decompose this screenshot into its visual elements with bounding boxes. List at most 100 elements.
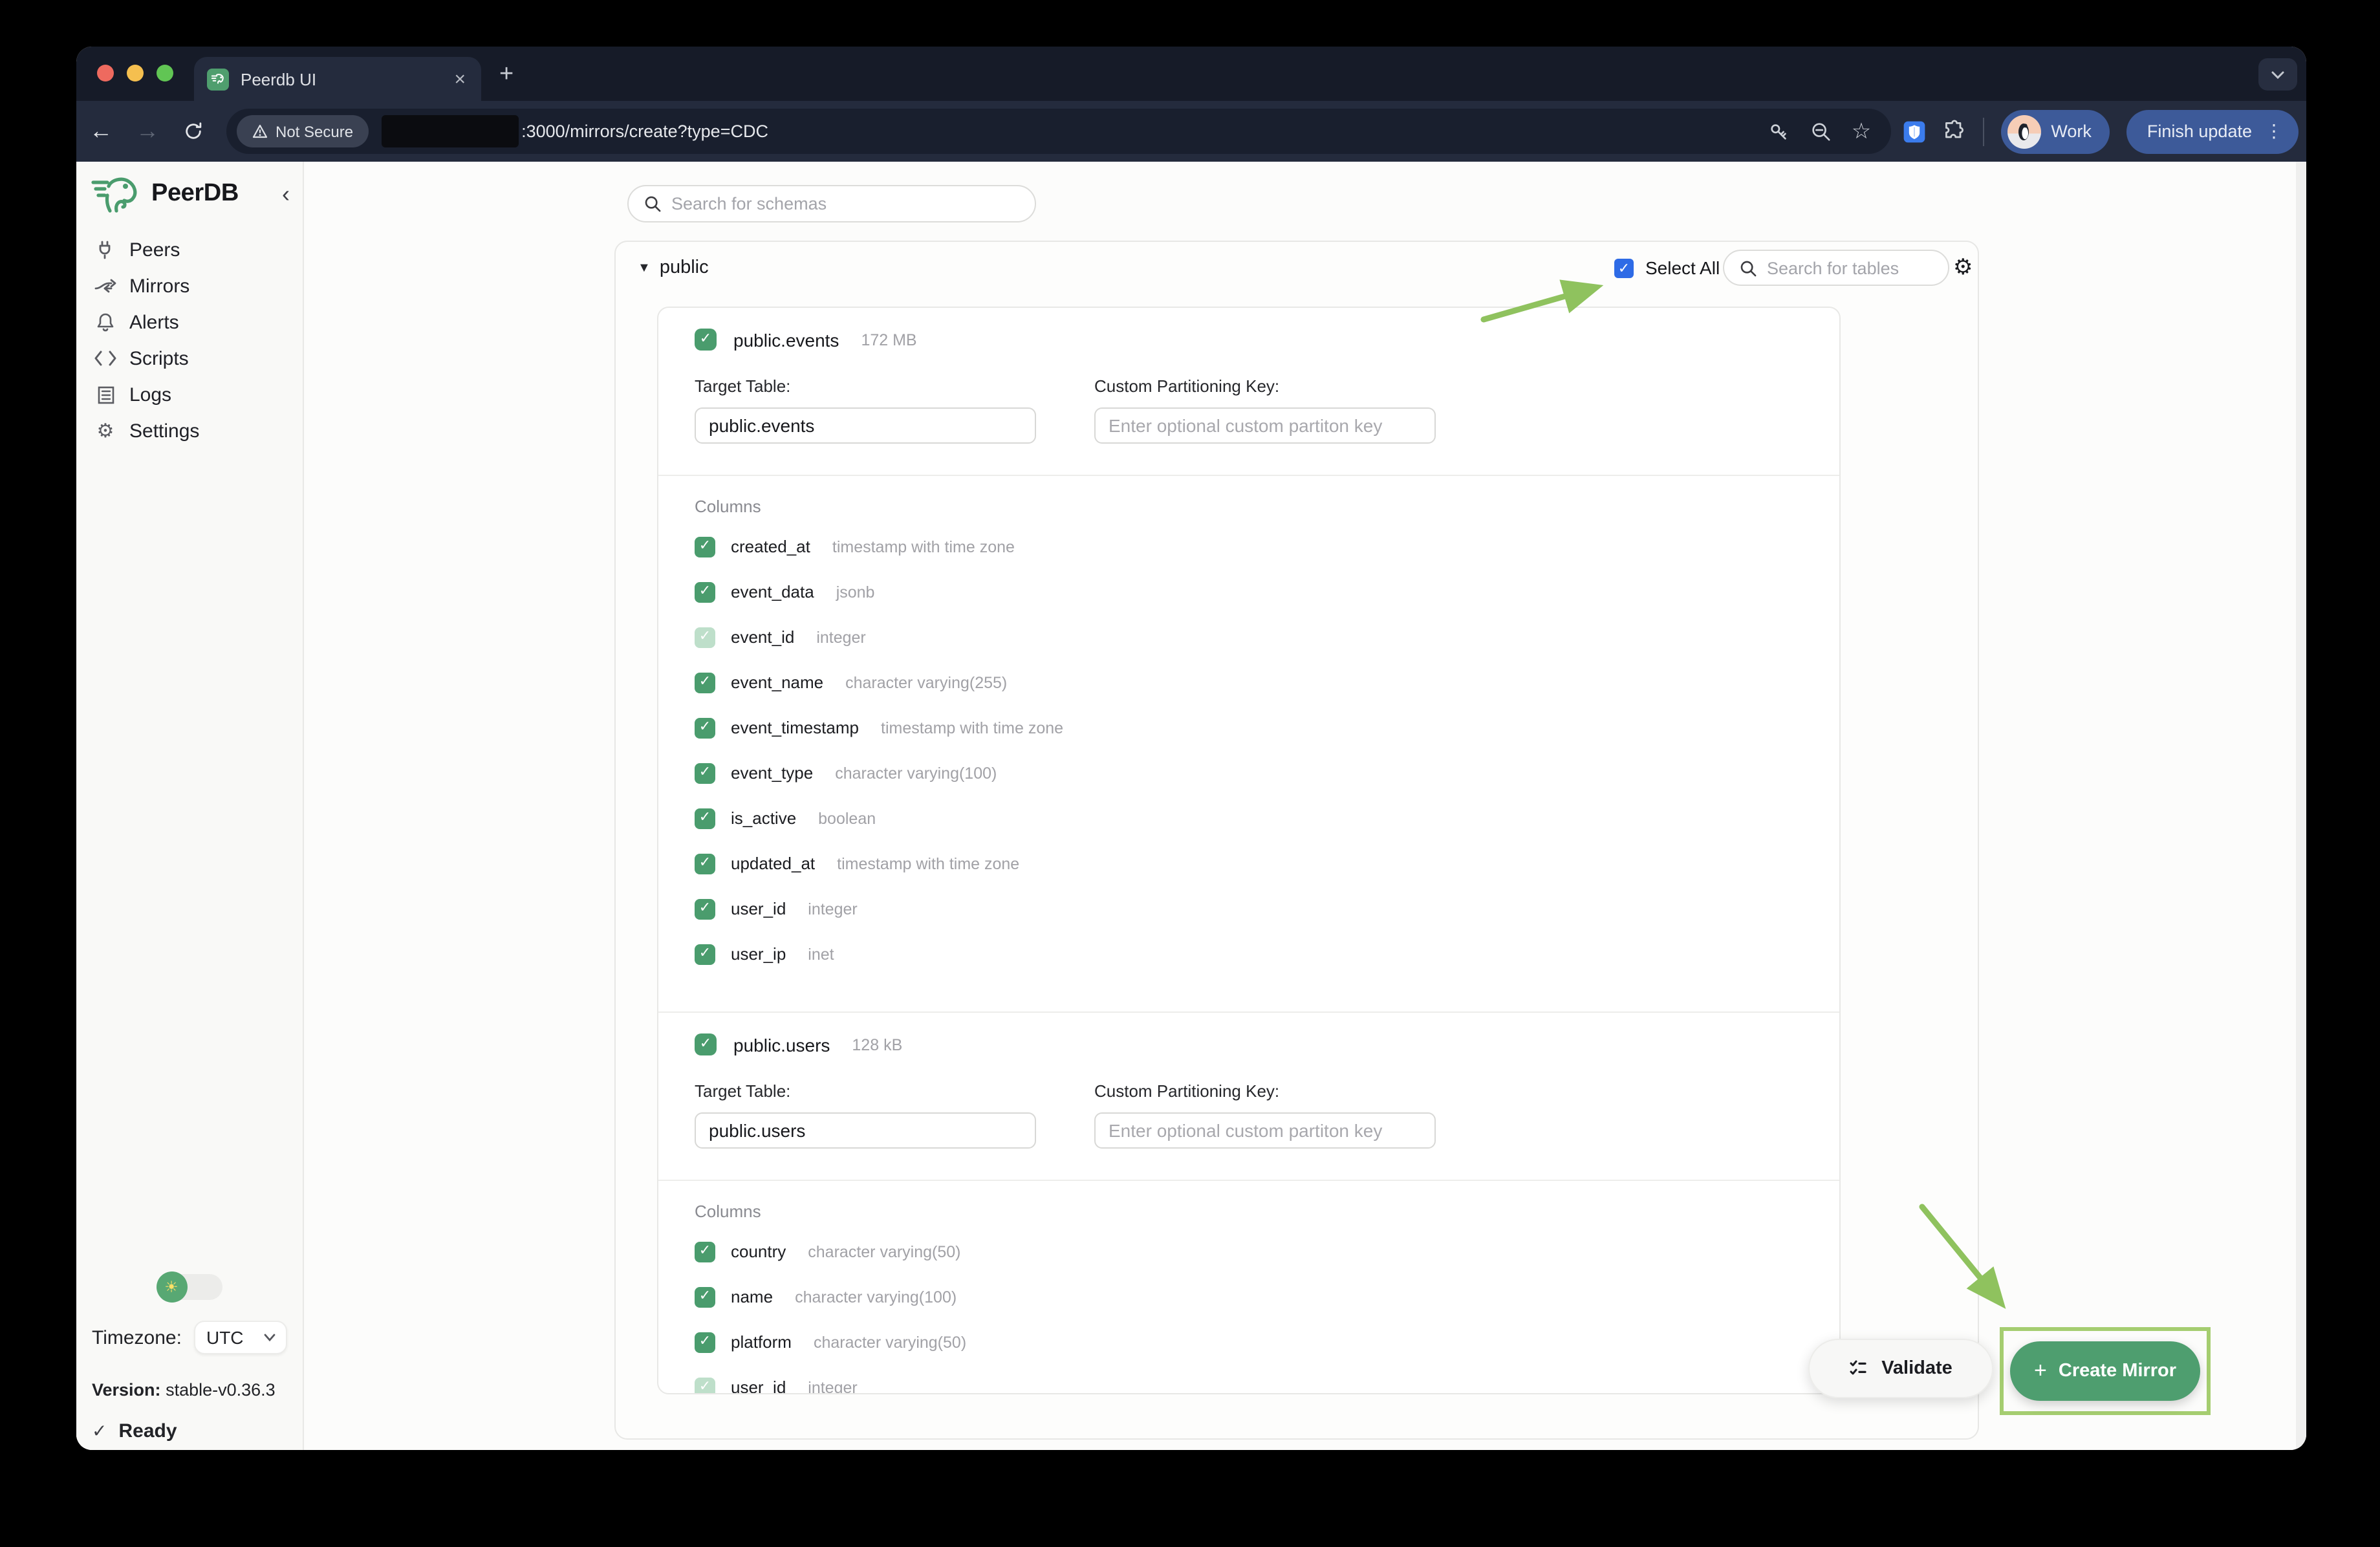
window-controls [97, 65, 173, 81]
validate-button[interactable]: Validate [1808, 1339, 1993, 1398]
scrollbar-track[interactable] [2296, 162, 2306, 1450]
table-search-input[interactable]: Search for tables [1723, 250, 1949, 286]
tables-panel: ✓ public.events 172 MB Target Table: Cus… [657, 307, 1841, 1394]
schema-card-header: ▼ public ✓ Select All Search for tables … [616, 242, 1978, 294]
theme-toggle[interactable]: ☀ [157, 1274, 222, 1300]
bookmark-star-icon[interactable]: ☆ [1850, 120, 1873, 143]
column-checkbox[interactable]: ✓ [695, 763, 715, 783]
target-table-input[interactable] [695, 407, 1036, 444]
screenshot-canvas: Peerdb UI × + ← → Not Secure :3000/mirro… [0, 0, 2380, 1547]
sidebar-item-settings[interactable]: ⚙ Settings [76, 413, 303, 449]
tab-bar: Peerdb UI × + [76, 47, 2306, 101]
partition-key-label: Custom Partitioning Key: [1094, 376, 1436, 396]
partition-key-input[interactable] [1094, 1112, 1436, 1149]
address-bar[interactable]: Not Secure :3000/mirrors/create?type=CDC… [226, 109, 1891, 154]
sidebar-item-mirrors[interactable]: Mirrors [76, 268, 303, 304]
column-name: event_data [731, 582, 814, 601]
column-name: user_id [731, 899, 786, 918]
table-checkbox[interactable]: ✓ [695, 329, 717, 351]
adblock-shield-icon[interactable] [1902, 120, 1925, 143]
reload-button[interactable] [175, 101, 211, 162]
sidebar: PeerDB ‹ Peers Mirrors Alerts Scripts Lo… [76, 162, 304, 1450]
profile-chip[interactable]: Work [2000, 109, 2110, 153]
create-mirror-button[interactable]: + Create Mirror [2010, 1341, 2200, 1401]
plug-icon [94, 239, 116, 260]
partition-key-label: Custom Partitioning Key: [1094, 1081, 1436, 1101]
column-type: character varying(100) [795, 1288, 957, 1306]
column-row: ✓ event_data jsonb [695, 581, 1803, 603]
sidebar-nav: Peers Mirrors Alerts Scripts Logs ⚙ Sett… [76, 232, 303, 449]
schema-name: public [660, 257, 709, 278]
browser-tab[interactable]: Peerdb UI × [194, 57, 481, 101]
fullscreen-window-button[interactable] [157, 65, 173, 81]
warning-icon [252, 124, 268, 138]
passwords-key-icon[interactable] [1767, 120, 1790, 143]
column-row: ✓ platform character varying(50) [695, 1331, 1803, 1353]
schema-search-input[interactable]: Search for schemas [627, 185, 1036, 222]
tab-search-button[interactable] [2258, 58, 2297, 91]
column-checkbox[interactable]: ✓ [695, 1286, 715, 1307]
column-type: integer [816, 628, 865, 646]
table-size: 128 kB [852, 1035, 902, 1054]
table-size: 172 MB [861, 330, 916, 349]
column-name: user_ip [731, 944, 786, 964]
column-name: event_id [731, 627, 794, 647]
column-checkbox[interactable]: ✓ [695, 1332, 715, 1352]
sidebar-item-alerts[interactable]: Alerts [76, 304, 303, 340]
column-checkbox[interactable]: ✓ [695, 536, 715, 557]
column-checkbox[interactable]: ✓ [695, 1377, 715, 1394]
schema-card: ▼ public ✓ Select All Search for tables … [614, 241, 1979, 1440]
tab-close-icon[interactable]: × [451, 69, 468, 89]
timezone-select[interactable]: UTC [195, 1321, 287, 1354]
expand-triangle-icon[interactable]: ▼ [638, 261, 651, 275]
forward-button[interactable]: → [129, 101, 166, 162]
close-window-button[interactable] [97, 65, 114, 81]
document-icon [94, 385, 116, 404]
table-checkbox[interactable]: ✓ [695, 1033, 717, 1055]
minimize-window-button[interactable] [127, 65, 144, 81]
not-secure-badge[interactable]: Not Secure [237, 115, 369, 147]
column-checkbox[interactable]: ✓ [695, 853, 715, 874]
column-name: updated_at [731, 854, 815, 873]
table-settings-gear-icon[interactable]: ⚙ [1953, 256, 1973, 278]
schema-row[interactable]: ▼ public [638, 257, 709, 278]
extensions-puzzle-icon[interactable] [1942, 120, 1965, 143]
finish-update-button[interactable]: Finish update ⋮ [2126, 109, 2299, 153]
sidebar-collapse-icon[interactable]: ‹ [282, 182, 290, 206]
sidebar-footer: ☀ Timezone: UTC Version: stable-v0.36.3 … [76, 1274, 303, 1442]
timezone-label: Timezone: [92, 1326, 182, 1348]
redacted-host [382, 115, 519, 147]
chevron-down-icon [264, 1334, 276, 1341]
column-checkbox[interactable]: ✓ [695, 808, 715, 828]
column-type: integer [808, 900, 857, 918]
sidebar-item-logs[interactable]: Logs [76, 376, 303, 413]
column-type: timestamp with time zone [832, 537, 1015, 556]
table-block: ✓ public.users 128 kB Target Table: Cust… [658, 1012, 1839, 1394]
column-checkbox[interactable]: ✓ [695, 581, 715, 602]
sidebar-item-peers[interactable]: Peers [76, 232, 303, 268]
column-checkbox[interactable]: ✓ [695, 944, 715, 964]
new-tab-button[interactable]: + [499, 62, 514, 87]
column-name: event_name [731, 673, 823, 692]
toolbar-separator [1982, 117, 1984, 146]
zoom-out-icon[interactable] [1808, 120, 1832, 143]
column-checkbox[interactable]: ✓ [695, 627, 715, 647]
column-checkbox[interactable]: ✓ [695, 898, 715, 919]
column-checkbox[interactable]: ✓ [695, 717, 715, 738]
column-type: character varying(50) [814, 1333, 966, 1351]
back-button[interactable]: ← [83, 101, 119, 162]
column-type: boolean [818, 809, 876, 827]
select-all-control[interactable]: ✓ Select All [1614, 257, 1720, 278]
status-text: Ready [118, 1420, 177, 1442]
sidebar-item-scripts[interactable]: Scripts [76, 340, 303, 376]
schema-search-placeholder: Search for schemas [671, 194, 827, 213]
column-checkbox[interactable]: ✓ [695, 672, 715, 693]
column-row: ✓ updated_at timestamp with time zone [695, 852, 1803, 874]
column-checkbox[interactable]: ✓ [695, 1241, 715, 1262]
column-row: ✓ user_id integer [695, 1376, 1803, 1394]
partition-key-input[interactable] [1094, 407, 1436, 444]
select-all-checkbox[interactable]: ✓ [1614, 258, 1634, 277]
target-table-input[interactable] [695, 1112, 1036, 1149]
tab-title: Peerdb UI [241, 69, 451, 89]
browser-menu-icon[interactable]: ⋮ [2265, 120, 2283, 142]
